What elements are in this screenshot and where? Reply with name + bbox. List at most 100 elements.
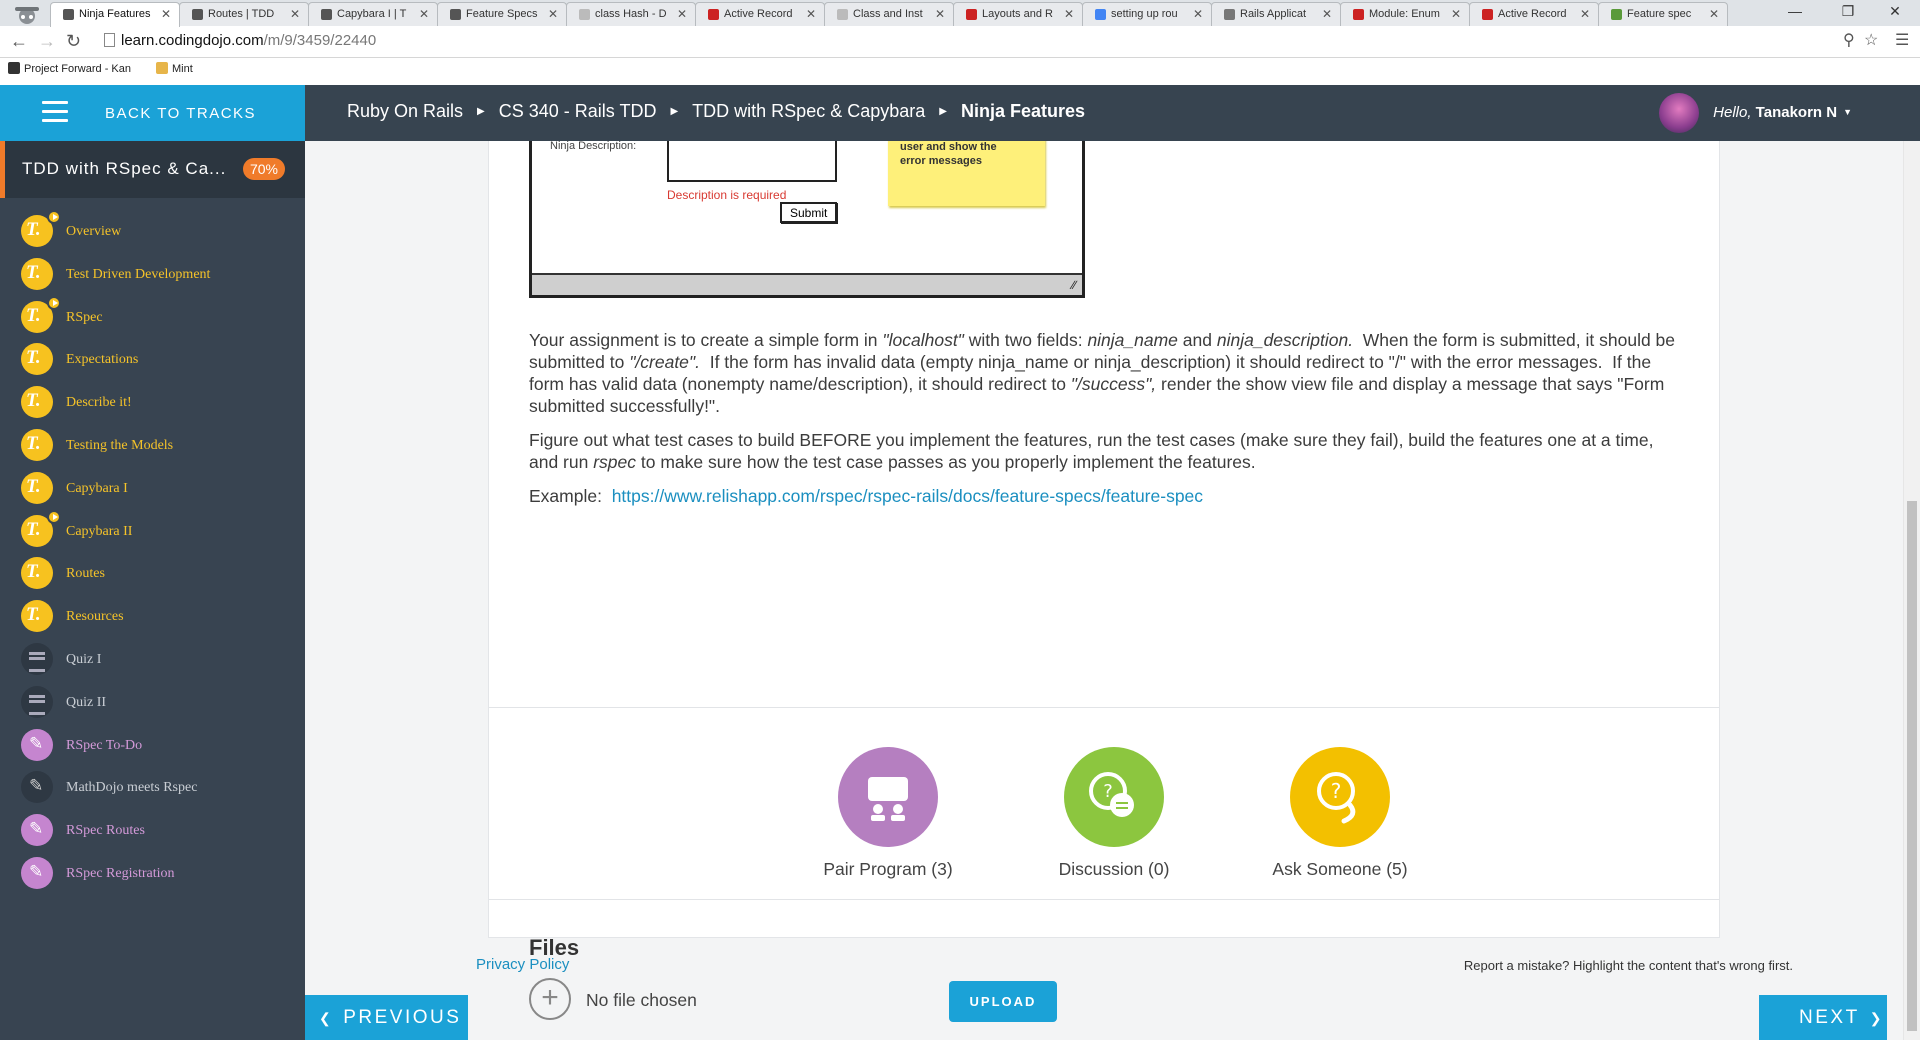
tab-close-icon[interactable]: ✕ [677,7,687,21]
sidebar-item[interactable]: Expectations [0,336,305,380]
back-arrow-icon[interactable]: ← [10,31,28,52]
zoom-icon[interactable]: ⚲ [1843,30,1855,50]
discussion-button[interactable]: ? Discussion (0) [994,747,1234,880]
tab-close-icon[interactable]: ✕ [1451,7,1461,21]
assignment-pencil-icon [21,814,53,847]
menu-icon[interactable]: ☰ [1895,30,1909,50]
url-field[interactable]: learn.codingdojo.com/m/9/3459/22440 [104,32,1844,54]
browser-tab[interactable]: Active Record ✕ [1469,2,1599,26]
sidebar-item[interactable]: Capybara I [0,465,305,509]
browser-tab[interactable]: Routes | TDD ✕ [179,2,309,26]
pair-program-button[interactable]: Pair Program (3) [768,747,1008,880]
sidebar-item[interactable]: RSpec Registration [0,850,305,894]
crumb-tdd-rspec[interactable]: TDD with RSpec & Capybara [692,101,925,121]
browser-tab[interactable]: Ninja Features ✕ [50,2,180,27]
report-mistake-text: Report a mistake? Highlight the content … [1463,958,1793,973]
sidebar-item[interactable]: Routes [0,550,305,594]
reload-icon[interactable]: ↻ [66,31,81,52]
tab-close-icon[interactable]: ✕ [290,7,300,21]
tab-favicon-icon [966,9,977,20]
browser-tab[interactable]: Active Record ✕ [695,2,825,26]
assignment-pencil-icon [21,857,53,889]
ask-someone-button[interactable]: ? Ask Someone (5) [1220,747,1460,880]
forward-arrow-icon[interactable]: → [38,31,56,52]
tab-close-icon[interactable]: ✕ [1709,7,1719,21]
example-label: Example: [529,486,602,506]
privacy-policy-link[interactable]: Privacy Policy [476,956,569,973]
sidebar-item[interactable]: Quiz I [0,636,305,680]
divider [489,899,1719,900]
tab-close-icon[interactable]: ✕ [1322,7,1332,21]
tab-close-icon[interactable]: ✕ [1064,7,1074,21]
tab-close-icon[interactable]: ✕ [1580,7,1590,21]
chevron-right-icon: ▶ [477,106,485,117]
sidebar-item[interactable]: Resources [0,593,305,637]
tab-title: Active Record [724,8,793,20]
wireframe-textarea [667,141,837,182]
browser-tab[interactable]: Class and Inst ✕ [824,2,954,26]
sidebar-item[interactable]: Test Driven Development [0,251,305,295]
previous-button[interactable]: ❮ PREVIOUS [305,995,468,1040]
browser-tab[interactable]: class Hash - D ✕ [566,2,696,26]
sidebar-item[interactable]: Quiz II [0,679,305,723]
tab-title: Class and Inst [853,8,923,20]
add-file-icon[interactable]: + [529,978,571,1020]
site-top-nav: BACK TO TRACKS Ruby On Rails ▶ CS 340 - Ra… [0,85,1920,141]
example-line: Example: https://www.relishapp.com/rspec… [529,485,1679,507]
sidebar-item-label: Routes [66,566,105,582]
sidebar-item[interactable]: Capybara II [0,508,305,552]
hamburger-icon[interactable] [42,101,68,123]
browser-profile-icon[interactable] [6,3,48,25]
browser-tab[interactable]: Feature spec ✕ [1598,2,1728,26]
course-title[interactable]: TDD with RSpec & Ca... 70% [0,141,305,198]
browser-tab[interactable]: Module: Enum ✕ [1340,2,1470,26]
lesson-icon [21,471,53,504]
tab-favicon-icon [579,9,590,20]
svg-text:?: ? [1103,781,1113,802]
avatar [1659,93,1700,133]
sidebar-item[interactable]: Describe it! [0,379,305,423]
lesson-icon [21,257,53,290]
upload-button[interactable]: UPLOAD [949,981,1057,1022]
tab-favicon-icon [192,9,203,20]
browser-tab[interactable]: Capybara I | T ✕ [308,2,438,26]
browser-tab[interactable]: Rails Applicat ✕ [1211,2,1341,26]
crumb-cs340[interactable]: CS 340 - Rails TDD [499,101,657,121]
sidebar-item-label: Resources [66,609,124,625]
tab-close-icon[interactable]: ✕ [161,7,171,21]
sidebar-item[interactable]: RSpec Routes [0,807,305,851]
bookmark-mint[interactable]: Mint [156,62,193,75]
sidebar-item-label: Testing the Models [66,438,174,453]
bookmark-project-forward[interactable]: Project Forward - Kan [8,62,131,75]
tab-close-icon[interactable]: ✕ [419,7,429,21]
tab-close-icon[interactable]: ✕ [806,7,816,21]
sidebar-item[interactable]: RSpec To-Do [0,722,305,766]
tab-close-icon[interactable]: ✕ [548,7,558,21]
chevron-left-icon: ❮ [319,1009,334,1026]
sidebar-item-label: Test Driven Development [66,266,211,282]
browser-tab[interactable]: Feature Specs ✕ [437,2,567,26]
crumb-ruby-on-rails[interactable]: Ruby On Rails [347,101,463,121]
browser-tab[interactable]: setting up rou ✕ [1082,2,1212,26]
restore-window-button[interactable]: ❐ [1833,3,1863,20]
caret-down-icon: ▼ [1843,106,1852,117]
page-scrollbar[interactable] [1903,141,1920,1040]
sidebar-item[interactable]: MathDojo meets Rspec [0,764,305,808]
tab-title: class Hash - D [595,8,667,20]
tab-title: Feature Specs [466,8,538,20]
scrollbar-thumb[interactable] [1907,501,1917,1031]
user-menu[interactable]: Hello, Tanakorn N ▼ [1659,93,1852,133]
back-to-tracks-button[interactable]: BACK TO TRACKS [0,85,305,141]
quiz-icon [21,643,53,675]
sidebar-item[interactable]: Overview [0,208,305,252]
next-button[interactable]: NEXT ❯ [1759,995,1887,1040]
bookmark-star-icon[interactable]: ☆ [1864,30,1878,50]
minimize-window-button[interactable]: — [1780,3,1810,19]
tab-close-icon[interactable]: ✕ [1193,7,1203,21]
close-window-button[interactable]: ✕ [1880,3,1910,20]
browser-tab[interactable]: Layouts and R ✕ [953,2,1083,26]
sidebar-item[interactable]: Testing the Models [0,422,305,466]
example-link[interactable]: https://www.relishapp.com/rspec/rspec-ra… [612,486,1203,506]
tab-close-icon[interactable]: ✕ [935,7,945,21]
sidebar-item[interactable]: RSpec [0,294,305,338]
